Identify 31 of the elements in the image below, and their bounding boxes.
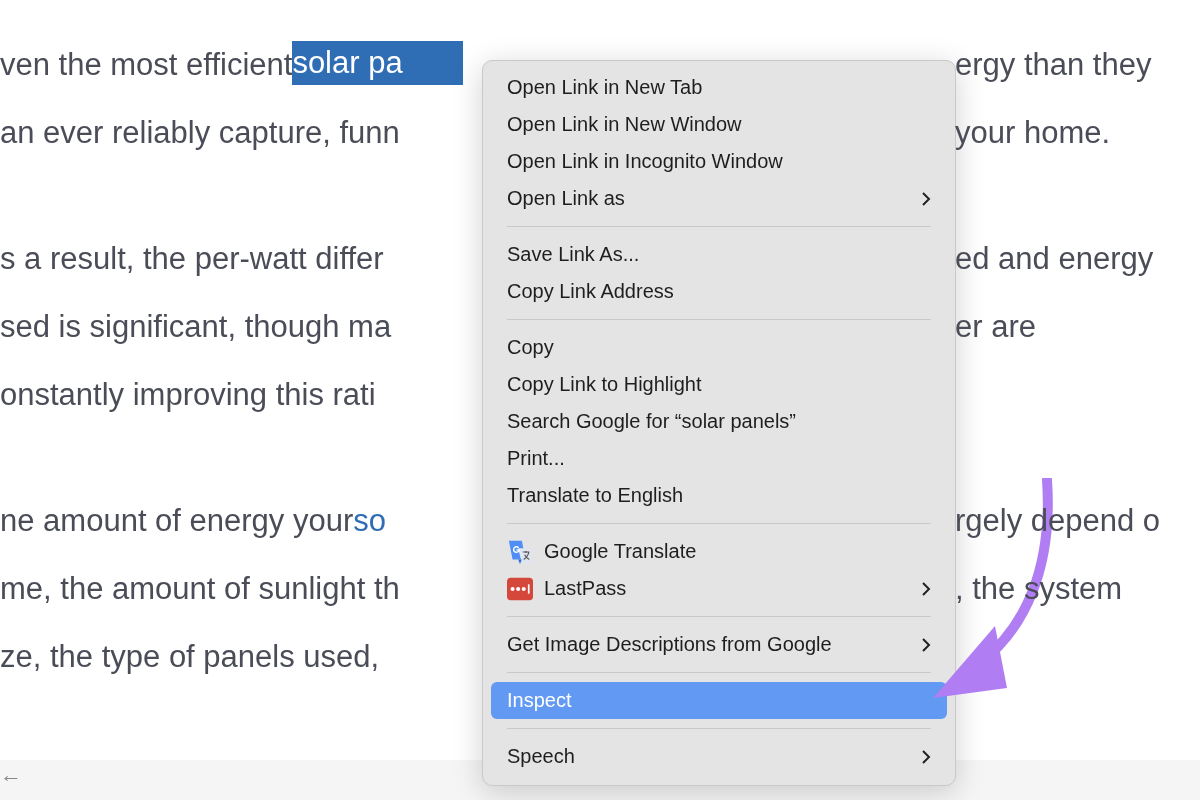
paragraph-text: ed and energy [955, 240, 1155, 278]
menu-item[interactable]: Speech [491, 738, 947, 775]
menu-item[interactable]: Translate to English [491, 477, 947, 514]
menu-item[interactable]: Copy Link Address [491, 273, 947, 310]
menu-item[interactable]: Copy [491, 329, 947, 366]
menu-item[interactable]: Save Link As... [491, 236, 947, 273]
menu-item[interactable]: Open Link as [491, 180, 947, 217]
menu-item[interactable]: Open Link in New Tab [491, 69, 947, 106]
paragraph-text: your home. [955, 114, 1112, 152]
paragraph-text: ne amount of energy your [0, 502, 354, 540]
selected-text: solar pa [292, 41, 463, 85]
paragraph-text: s a result, the per-watt differ [0, 240, 384, 278]
paragraph-text: er are [955, 308, 1037, 346]
paragraph-text: sed is significant, though ma [0, 308, 392, 346]
menu-item[interactable]: Print... [491, 440, 947, 477]
menu-item[interactable]: Search Google for “solar panels” [491, 403, 947, 440]
paragraph-text: ven the most efficient [0, 46, 293, 84]
paragraph-text: me, the amount of sunlight th [0, 570, 400, 608]
paragraph-text: onstantly improving this rati [0, 376, 376, 414]
menu-item[interactable]: Google Translate [491, 533, 947, 570]
paragraph-text: an ever reliably capture, funn [0, 114, 400, 152]
menu-item[interactable]: Open Link in New Window [491, 106, 947, 143]
menu-item[interactable]: Open Link in Incognito Window [491, 143, 947, 180]
translate-icon [507, 538, 533, 565]
paragraph-text: ze, the type of panels used, [0, 638, 380, 676]
password-icon [507, 575, 533, 602]
menu-item[interactable]: Copy Link to Highlight [491, 366, 947, 403]
menu-item[interactable]: Get Image Descriptions from Google [491, 626, 947, 663]
menu-item[interactable]: LastPass [491, 570, 947, 607]
paragraph-text: ergy than they [955, 46, 1153, 84]
text-link[interactable]: so [353, 487, 387, 555]
